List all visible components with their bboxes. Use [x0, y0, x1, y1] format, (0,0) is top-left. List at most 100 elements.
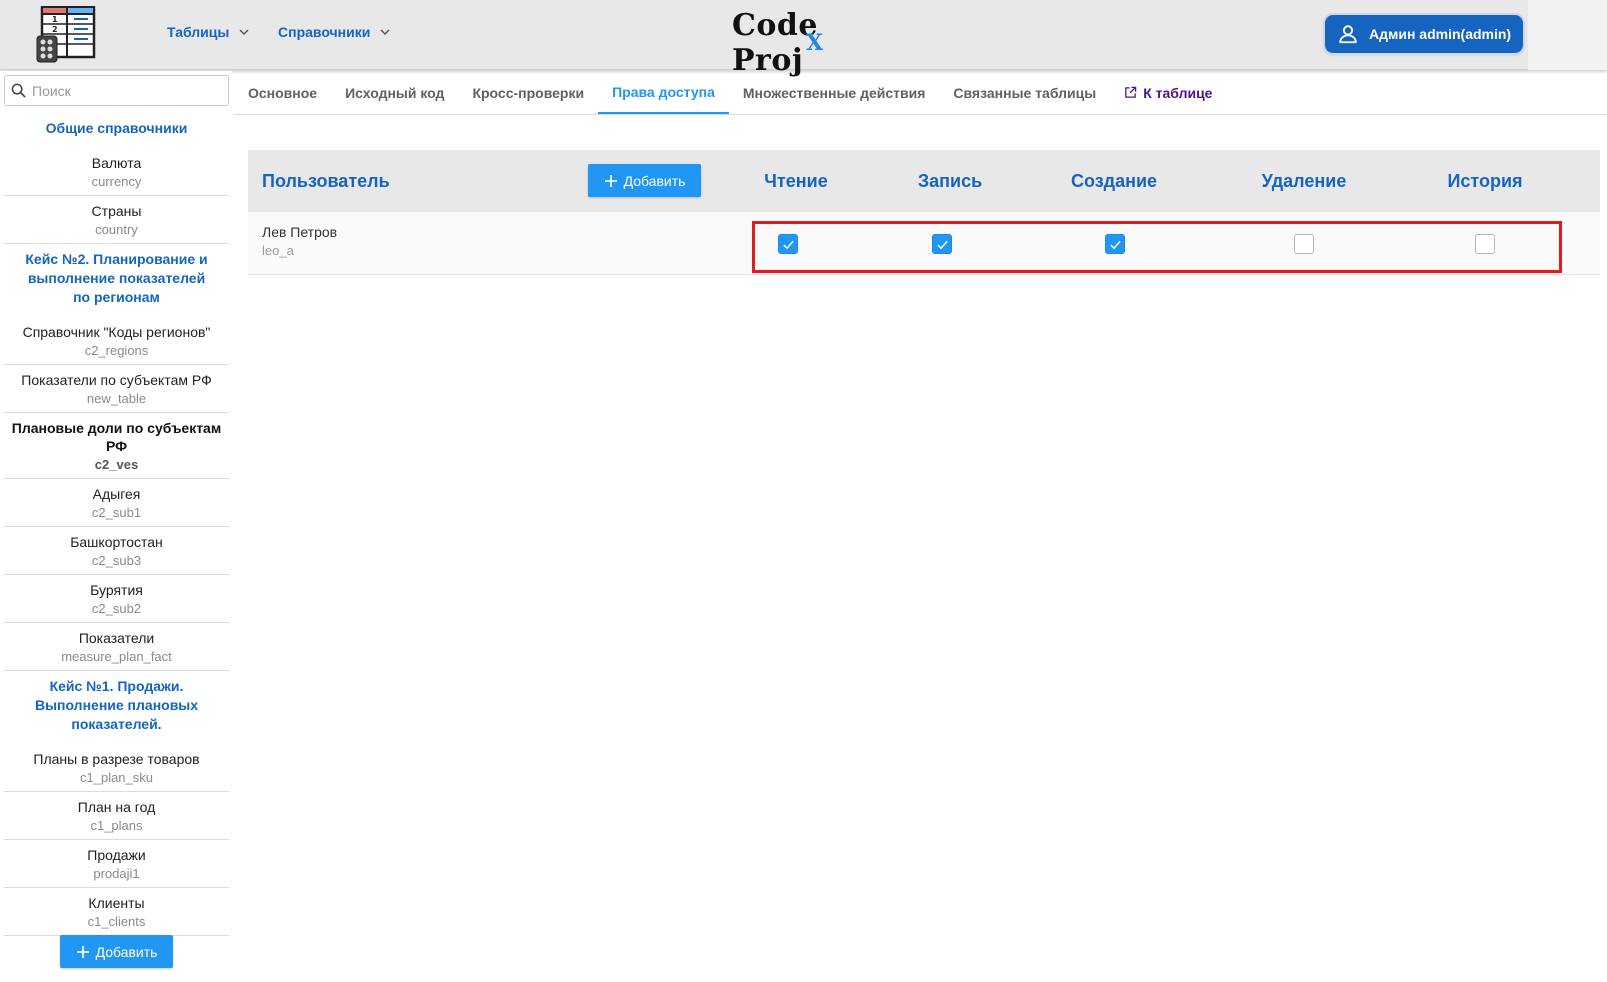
sidebar-item-name: c2_sub1: [91, 505, 142, 520]
write-checkbox[interactable]: [932, 234, 952, 254]
sidebar-item-c1_plan_sku[interactable]: Планы в разрезе товаров c1_plan_sku: [4, 744, 229, 792]
user-menu-button[interactable]: Админ admin(admin): [1325, 15, 1523, 53]
user-name: Лев Петров: [262, 224, 338, 240]
header-right-area: [1528, 0, 1607, 70]
sidebar-group-title: Общие справочники: [45, 120, 188, 136]
tab-5[interactable]: Множественные действия: [729, 71, 940, 114]
checkmark-icon: [1110, 240, 1121, 250]
tab-6[interactable]: Связанные таблицы: [939, 71, 1110, 114]
sidebar-item-title: Планы в разрезе товаров: [33, 751, 200, 767]
col-read: Чтение: [764, 170, 828, 191]
svg-text:2: 2: [52, 25, 58, 34]
sidebar-item-title: План на год: [77, 799, 156, 815]
read-checkbox[interactable]: [778, 234, 798, 254]
user-label: Админ admin(admin): [1369, 26, 1512, 42]
sidebar-group-title: Кейс №2. Планирование и выполнение показ…: [25, 251, 208, 305]
checkmark-icon: [937, 240, 948, 250]
sidebar-item-title: Плановые доли по субъектам РФ: [11, 420, 222, 454]
sidebar-item-title: Башкортостан: [70, 534, 163, 550]
sidebar-item-name: c2_sub3: [91, 553, 142, 568]
sidebar-item-prodaji1[interactable]: Продажи prodaji1: [4, 840, 229, 888]
sidebar: Общие справочники Валюта currency Страны cou…: [0, 71, 232, 982]
menu-directories[interactable]: Справочники: [278, 24, 390, 40]
sidebar-item-title: Страны: [91, 203, 142, 219]
tab-label: Основное: [248, 84, 318, 101]
plus-icon: [76, 945, 89, 958]
sidebar-item-c1_plans[interactable]: План на год c1_plans: [4, 792, 229, 840]
plus-icon: [604, 174, 617, 187]
sidebar-item-name: c2_sub2: [91, 601, 142, 616]
menu-tables-label: Таблицы: [167, 24, 230, 40]
sidebar-group-title: Кейс №1. Продажи. Выполнение плановых по…: [34, 678, 199, 732]
sidebar-item-c2_sub3[interactable]: Башкортостан c2_sub3: [4, 527, 229, 575]
sidebar-item-measure_plan_fact[interactable]: Показатели measure_plan_fact: [4, 623, 229, 671]
create-checkbox[interactable]: [1105, 234, 1125, 254]
permissions-table: Пользователь Добавить Чтение Запись Созд…: [248, 150, 1600, 275]
sidebar-item-c2_sub1[interactable]: Адыгея c2_sub1: [4, 479, 229, 527]
sidebar-item-title: Продажи: [87, 847, 146, 863]
tab-label: Права доступа: [612, 83, 715, 100]
col-write: Запись: [917, 170, 983, 191]
search-input[interactable]: [32, 82, 222, 99]
permissions-rows: Лев Петров leo_a: [248, 212, 1600, 275]
sidebar-item-name: measure_plan_fact: [61, 649, 172, 664]
history-checkbox[interactable]: [1475, 234, 1495, 254]
sidebar-item-name: c1_clients: [87, 914, 146, 929]
col-user: Пользователь: [262, 170, 390, 191]
col-history: История: [1447, 170, 1523, 191]
sidebar-item-name: country: [95, 222, 138, 237]
col-create: Создание: [1070, 170, 1158, 191]
sidebar-add-label: Добавить: [95, 943, 158, 960]
sidebar-item-c2_regions[interactable]: Справочник "Коды регионов" c2_regions: [4, 317, 229, 365]
sidebar-add-button[interactable]: Добавить: [60, 935, 173, 968]
sidebar-search[interactable]: [4, 75, 229, 106]
sidebar-item-name: prodaji1: [93, 866, 140, 881]
tab-label: Исходный код: [345, 84, 445, 101]
sidebar-item-name: currency: [91, 174, 142, 189]
sidebar-item-title: Валюта: [91, 155, 142, 171]
tab-3[interactable]: Кросс-проверки: [458, 71, 598, 114]
search-icon: [11, 83, 26, 98]
sidebar-item-country[interactable]: Страны country: [4, 196, 229, 244]
sidebar-item-currency[interactable]: Валюта currency: [4, 148, 229, 196]
menu-directories-label: Справочники: [278, 24, 371, 40]
sidebar-item-name: c1_plan_sku: [80, 770, 153, 785]
permission-row: Лев Петров leo_a: [248, 212, 1600, 275]
chevron-down-icon: [239, 29, 249, 35]
sidebar-item-title: Клиенты: [88, 895, 145, 911]
menu-tables[interactable]: Таблицы: [167, 24, 249, 40]
checkmark-icon: [783, 240, 794, 250]
user-icon: [1339, 25, 1357, 44]
tab-bar: Основное Исходный код Кросс-проверки Права …: [234, 71, 1607, 115]
sidebar-item-title: Адыгея: [92, 486, 141, 502]
add-user-button[interactable]: Добавить: [588, 164, 701, 197]
tab-label: Связанные таблицы: [953, 84, 1097, 101]
sidebar-item-new_table[interactable]: Показатели по субъектам РФ new_table: [4, 365, 229, 413]
tab-7[interactable]: К таблице: [1110, 71, 1226, 114]
sidebar-item-c2_ves[interactable]: Плановые доли по субъектам РФ c2_ves: [4, 413, 229, 479]
sidebar-item-name: c2_regions: [84, 343, 149, 358]
chevron-down-icon: [380, 29, 390, 35]
tab-4[interactable]: Права доступа: [598, 71, 729, 114]
sidebar-item-title: Показатели по субъектам РФ: [21, 372, 212, 388]
tab-2[interactable]: Исходный код: [331, 71, 458, 114]
table-logo-icon[interactable]: 1 2: [36, 6, 96, 64]
brand-logo[interactable]: Code Proj X: [732, 6, 892, 78]
sidebar-item-title: Справочник "Коды регионов": [22, 324, 211, 340]
sidebar-item-c1_clients[interactable]: Клиенты c1_clients: [4, 888, 229, 936]
add-user-label: Добавить: [623, 172, 686, 189]
sidebar-item-name: c2_ves: [94, 457, 139, 472]
user-login: leo_a: [262, 243, 294, 258]
permissions-header: Пользователь Добавить Чтение Запись Созд…: [248, 150, 1600, 212]
tab-label: Кросс-проверки: [472, 84, 585, 101]
tab-1[interactable]: Основное: [234, 71, 331, 114]
highlight-box: [752, 221, 1562, 273]
app-header: 1 2 Таблицы Справочники Code Proj X Адми…: [0, 0, 1607, 78]
tab-label: Множественные действия: [742, 84, 926, 101]
sidebar-item-title: Показатели: [78, 630, 155, 646]
sidebar-item-title: Бурятия: [90, 582, 143, 598]
delete-checkbox[interactable]: [1294, 234, 1314, 254]
sidebar-item-c2_sub2[interactable]: Бурятия c2_sub2: [4, 575, 229, 623]
svg-text:1: 1: [52, 15, 58, 24]
brand-accent: X: [806, 30, 824, 56]
